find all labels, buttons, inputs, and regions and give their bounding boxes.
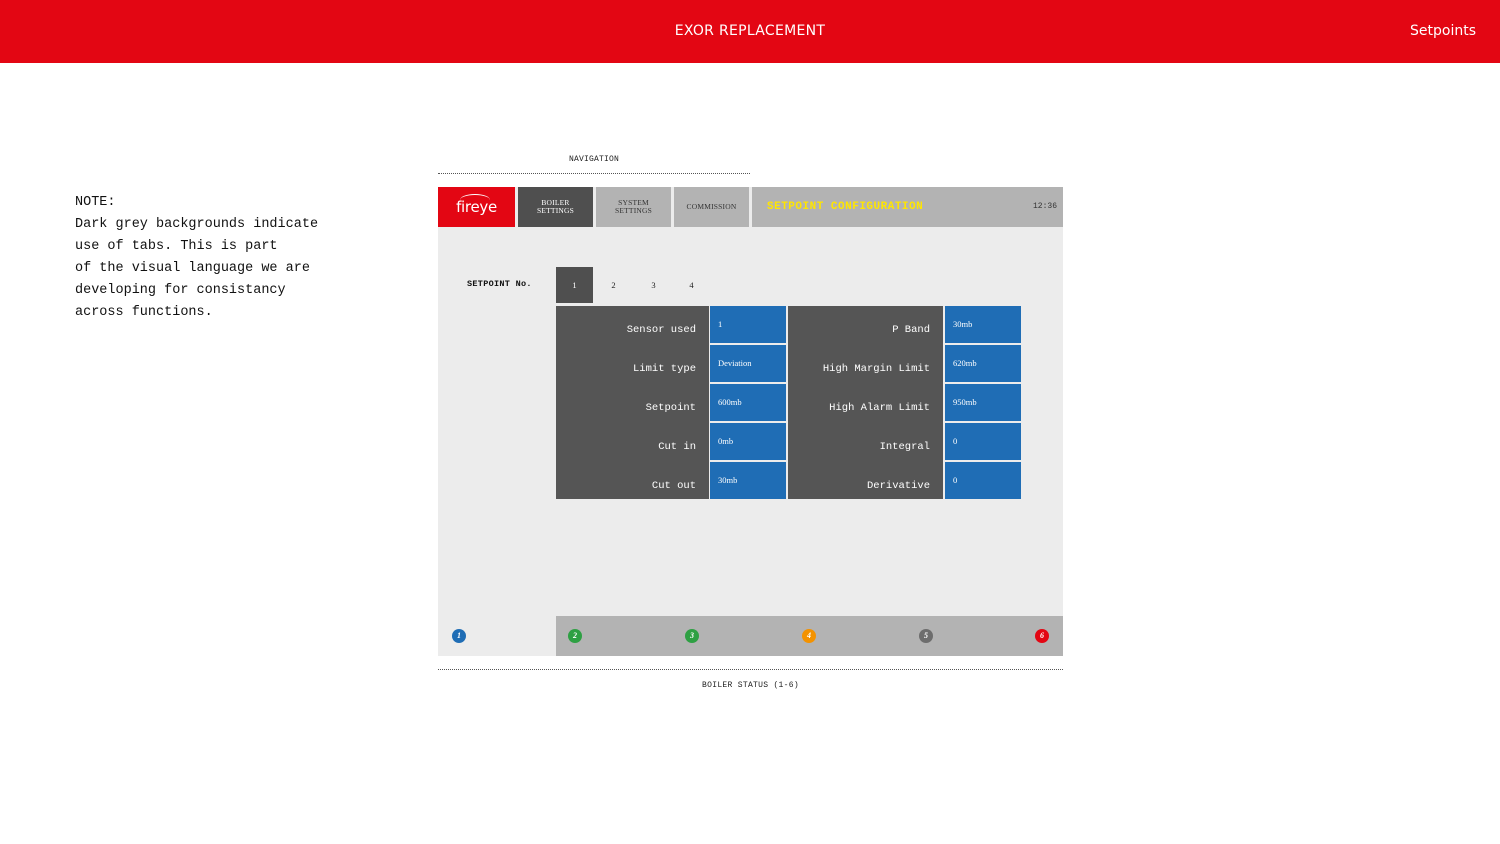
- top-banner: EXOR REPLACEMENT Setpoints: [0, 0, 1500, 63]
- note-line: Dark grey backgrounds indicate: [75, 216, 319, 232]
- label-column-fill: [788, 343, 943, 345]
- boiler-5-status-icon[interactable]: 5: [919, 629, 933, 643]
- label-column-fill: [788, 460, 943, 462]
- boiler-status-divider: [438, 669, 1063, 670]
- field-value-p-band[interactable]: 30mb: [945, 306, 1021, 343]
- navigation-annotation: NAVIGATION: [568, 155, 619, 164]
- field-value-cut-in[interactable]: 0mb: [710, 423, 786, 460]
- screen-header: SETPOINT CONFIGURATION 12:36: [752, 187, 1063, 227]
- field-label-p-band: P Band: [788, 306, 943, 343]
- note-line: across functions.: [75, 304, 213, 320]
- note-line: use of tabs. This is part: [75, 238, 278, 254]
- setpoint-number-label: SETPOINT No.: [467, 279, 532, 289]
- label-column-fill: [788, 421, 943, 423]
- tab-bar: fireye BOILER SETTINGS SYSTEM SETTINGS C…: [438, 187, 1063, 227]
- note-line: of the visual language we are: [75, 260, 310, 276]
- field-label-integral: Integral: [788, 423, 943, 460]
- logo-swoosh-icon: [460, 194, 490, 206]
- field-label-sensor-used: Sensor used: [556, 306, 709, 343]
- banner-title: EXOR REPLACEMENT: [674, 23, 826, 39]
- label-column-fill: [556, 460, 709, 462]
- setpoint-tab-4[interactable]: 4: [673, 267, 710, 303]
- clock: 12:36: [1032, 202, 1057, 211]
- field-label-cut-out: Cut out: [556, 462, 709, 499]
- field-label-cut-in: Cut in: [556, 423, 709, 460]
- boiler-4-status-icon[interactable]: 4: [802, 629, 816, 643]
- label-column-fill: [556, 382, 709, 384]
- tab-label: COMMISSION: [686, 202, 737, 211]
- boiler-2-status-icon[interactable]: 2: [568, 629, 582, 643]
- banner-page-name: Setpoints: [1410, 23, 1476, 39]
- field-value-integral[interactable]: 0: [945, 423, 1021, 460]
- boiler-status-annotation: BOILER STATUS (1-6): [702, 681, 799, 690]
- tab-system-settings[interactable]: SYSTEM SETTINGS: [596, 187, 671, 227]
- boiler-3-status-icon[interactable]: 3: [685, 629, 699, 643]
- field-value-high-margin-limit[interactable]: 620mb: [945, 345, 1021, 382]
- boiler-6-status-icon[interactable]: 6: [1035, 629, 1049, 643]
- design-note: NOTE: Dark grey backgrounds indicate use…: [75, 192, 375, 323]
- field-label-derivative: Derivative: [788, 462, 943, 499]
- label-column-fill: [556, 421, 709, 423]
- field-value-cut-out[interactable]: 30mb: [710, 462, 786, 499]
- field-value-derivative[interactable]: 0: [945, 462, 1021, 499]
- field-value-limit-type[interactable]: Deviation: [710, 345, 786, 382]
- field-label-setpoint: Setpoint: [556, 384, 709, 421]
- note-line: NOTE:: [75, 195, 116, 210]
- field-label-high-alarm-limit: High Alarm Limit: [788, 384, 943, 421]
- hmi-screen: fireye BOILER SETTINGS SYSTEM SETTINGS C…: [438, 187, 1063, 656]
- label-column-fill: [788, 382, 943, 384]
- boiler-status-bar: 1 2 3 4 5 6: [438, 616, 1063, 656]
- fireye-logo: fireye: [438, 187, 515, 227]
- boiler-1-status-icon[interactable]: 1: [452, 629, 466, 643]
- tab-label: SETTINGS: [536, 206, 575, 215]
- label-column-fill: [556, 343, 709, 345]
- setpoint-tab-3[interactable]: 3: [635, 267, 672, 303]
- field-label-high-margin-limit: High Margin Limit: [788, 345, 943, 382]
- setpoint-tab-1[interactable]: 1: [556, 267, 593, 303]
- setpoint-tab-2[interactable]: 2: [595, 267, 632, 303]
- tab-commission[interactable]: COMMISSION: [674, 187, 749, 227]
- tab-label: SETTINGS: [614, 206, 653, 215]
- note-line: developing for consistancy: [75, 282, 286, 298]
- field-value-setpoint[interactable]: 600mb: [710, 384, 786, 421]
- navigation-divider: [438, 173, 750, 174]
- tab-boiler-settings[interactable]: BOILER SETTINGS: [518, 187, 593, 227]
- field-value-high-alarm-limit[interactable]: 950mb: [945, 384, 1021, 421]
- field-value-sensor-used[interactable]: 1: [710, 306, 786, 343]
- field-label-limit-type: Limit type: [556, 345, 709, 382]
- screen-heading: SETPOINT CONFIGURATION: [767, 201, 924, 213]
